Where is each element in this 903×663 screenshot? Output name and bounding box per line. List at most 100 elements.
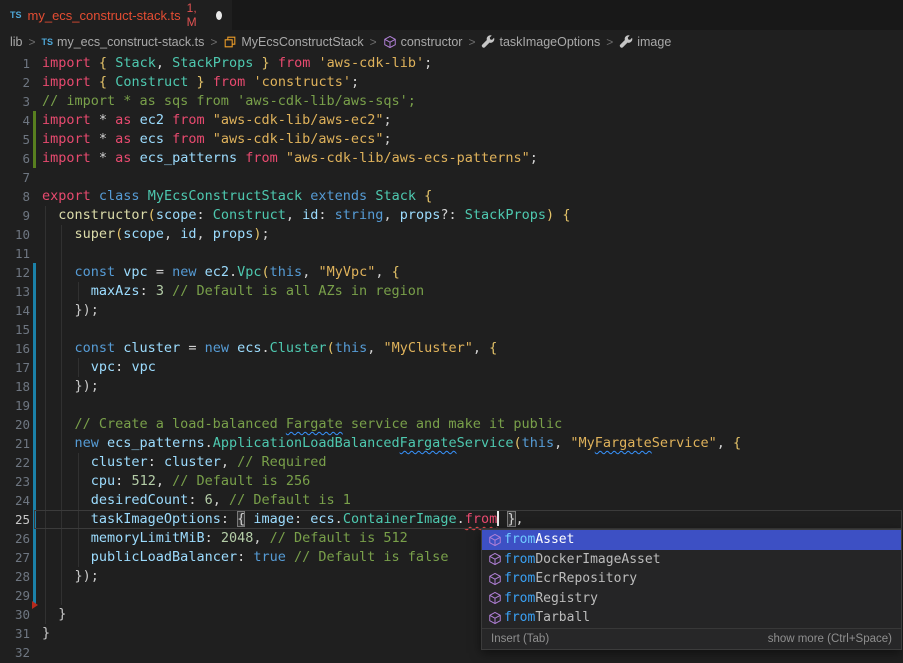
code-line-13[interactable]: 13 maxAzs: 3 // Default is all AZs in re… [0, 282, 903, 301]
code-line-4[interactable]: 4import * as ec2 from "aws-cdk-lib/aws-e… [0, 111, 903, 130]
line-number[interactable]: 3 [0, 94, 30, 109]
suggest-insert-hint: Insert (Tab) [491, 633, 549, 645]
token: , [516, 511, 524, 527]
line-number[interactable]: 4 [0, 113, 30, 128]
code-text: cpu: 512, // Default is 256 [42, 472, 903, 491]
line-number[interactable]: 9 [0, 208, 30, 223]
line-number[interactable]: 15 [0, 322, 30, 337]
line-number[interactable]: 21 [0, 436, 30, 451]
indent-guide [78, 472, 79, 491]
token: // Default is 256 [172, 473, 310, 489]
gutter-modified-indicator [33, 396, 36, 415]
line-number[interactable]: 29 [0, 588, 30, 603]
code-line-25[interactable]: 25 taskImageOptions: { image: ecs.Contai… [0, 510, 903, 529]
code-line-15[interactable]: 15 [0, 320, 903, 339]
code-line-18[interactable]: 18 }); [0, 377, 903, 396]
breadcrumb-item-my-ecs-construct-stack-ts[interactable]: TSmy_ecs_construct-stack.ts [42, 35, 205, 49]
line-number[interactable]: 6 [0, 151, 30, 166]
line-number[interactable]: 31 [0, 626, 30, 641]
gutter-modified-indicator [33, 548, 36, 567]
code-line-24[interactable]: 24 desiredCount: 6, // Default is 1 [0, 491, 903, 510]
suggestion-item-fromasset[interactable]: fromAsset [482, 530, 901, 550]
line-number[interactable]: 22 [0, 455, 30, 470]
token: class [99, 188, 140, 204]
gutter-modified-indicator [33, 415, 36, 434]
token: ecs [310, 511, 334, 527]
line-number[interactable]: 28 [0, 569, 30, 584]
code-line-11[interactable]: 11 [0, 244, 903, 263]
code-line-22[interactable]: 22 cluster: cluster, // Required [0, 453, 903, 472]
line-number[interactable]: 12 [0, 265, 30, 280]
gutter-modified-indicator [33, 529, 36, 548]
line-number[interactable]: 32 [0, 645, 30, 660]
token: taskImageOptions [91, 511, 221, 527]
token: , [473, 340, 489, 356]
token [205, 131, 213, 147]
line-number[interactable]: 18 [0, 379, 30, 394]
code-text: constructor(scope: Construct, id: string… [42, 206, 903, 225]
suggestion-item-fromregistry[interactable]: fromRegistry [482, 589, 901, 609]
code-line-21[interactable]: 21 new ecs_patterns.ApplicationLoadBalan… [0, 434, 903, 453]
line-number[interactable]: 26 [0, 531, 30, 546]
breadcrumb-item-image[interactable]: image [619, 35, 671, 49]
token: ContainerImage [343, 511, 457, 527]
gutter-modified-indicator [33, 282, 36, 301]
indent-guide [45, 472, 46, 491]
line-number[interactable]: 11 [0, 246, 30, 261]
suggestion-item-fromdockerimageasset[interactable]: fromDockerImageAsset [482, 550, 901, 570]
token: // Required [237, 454, 326, 470]
line-number[interactable]: 13 [0, 284, 30, 299]
line-number[interactable]: 27 [0, 550, 30, 565]
gutter-added-indicator [33, 149, 36, 168]
token: this [270, 264, 303, 280]
code-line-10[interactable]: 10 super(scope, id, props); [0, 225, 903, 244]
line-number[interactable]: 14 [0, 303, 30, 318]
suggest-show-more-hint[interactable]: show more (Ctrl+Space) [768, 633, 892, 645]
suggestion-item-fromecrrepository[interactable]: fromEcrRepository [482, 569, 901, 589]
breadcrumb-item-constructor[interactable]: constructor [383, 35, 463, 49]
line-number[interactable]: 5 [0, 132, 30, 147]
line-number[interactable]: 24 [0, 493, 30, 508]
line-number[interactable]: 25 [0, 512, 30, 527]
code-line-14[interactable]: 14 }); [0, 301, 903, 320]
breadcrumb-item-lib[interactable]: lib [10, 35, 23, 49]
token: } [507, 511, 515, 527]
line-number[interactable]: 16 [0, 341, 30, 356]
code-line-23[interactable]: 23 cpu: 512, // Default is 256 [0, 472, 903, 491]
code-line-1[interactable]: 1import { Stack, StackProps } from 'aws-… [0, 54, 903, 73]
line-number[interactable]: 30 [0, 607, 30, 622]
token: import [42, 55, 91, 71]
code-line-19[interactable]: 19 [0, 396, 903, 415]
breadcrumb-item-taskimageoptions[interactable]: taskImageOptions [481, 35, 600, 49]
code-line-12[interactable]: 12 const vpc = new ec2.Vpc(this, "MyVpc"… [0, 263, 903, 282]
indent-guide [61, 225, 62, 244]
line-number[interactable]: 23 [0, 474, 30, 489]
code-line-8[interactable]: 8export class MyEcsConstructStack extend… [0, 187, 903, 206]
token [131, 131, 139, 147]
line-number[interactable]: 10 [0, 227, 30, 242]
token: import [42, 74, 91, 90]
suggestion-item-fromtarball[interactable]: fromTarball [482, 608, 901, 628]
code-line-17[interactable]: 17 vpc: vpc [0, 358, 903, 377]
line-number[interactable]: 2 [0, 75, 30, 90]
line-number[interactable]: 1 [0, 56, 30, 71]
code-line-5[interactable]: 5import * as ecs from "aws-cdk-lib/aws-e… [0, 130, 903, 149]
line-number[interactable]: 17 [0, 360, 30, 375]
cube-icon [485, 533, 504, 547]
line-number[interactable]: 8 [0, 189, 30, 204]
code-line-3[interactable]: 3// import * as sqs from 'aws-cdk-lib/aw… [0, 92, 903, 111]
breadcrumb-item-myecsconstructstack[interactable]: MyEcsConstructStack [223, 35, 363, 49]
line-number[interactable]: 7 [0, 170, 30, 185]
code-line-20[interactable]: 20 // Create a load-balanced Fargate ser… [0, 415, 903, 434]
code-line-9[interactable]: 9 constructor(scope: Construct, id: stri… [0, 206, 903, 225]
code-line-7[interactable]: 7 [0, 168, 903, 187]
code-line-16[interactable]: 16 const cluster = new ecs.Cluster(this,… [0, 339, 903, 358]
token: ( [262, 264, 270, 280]
code-line-6[interactable]: 6import * as ecs_patterns from "aws-cdk-… [0, 149, 903, 168]
line-number[interactable]: 19 [0, 398, 30, 413]
code-line-2[interactable]: 2import { Construct } from 'constructs'; [0, 73, 903, 92]
line-number[interactable]: 20 [0, 417, 30, 432]
token: 2048 [221, 530, 254, 546]
tab-modified-dot[interactable] [216, 11, 222, 20]
tab-my-ecs-construct-stack[interactable]: TS my_ecs_construct-stack.ts 1, M [0, 0, 232, 30]
